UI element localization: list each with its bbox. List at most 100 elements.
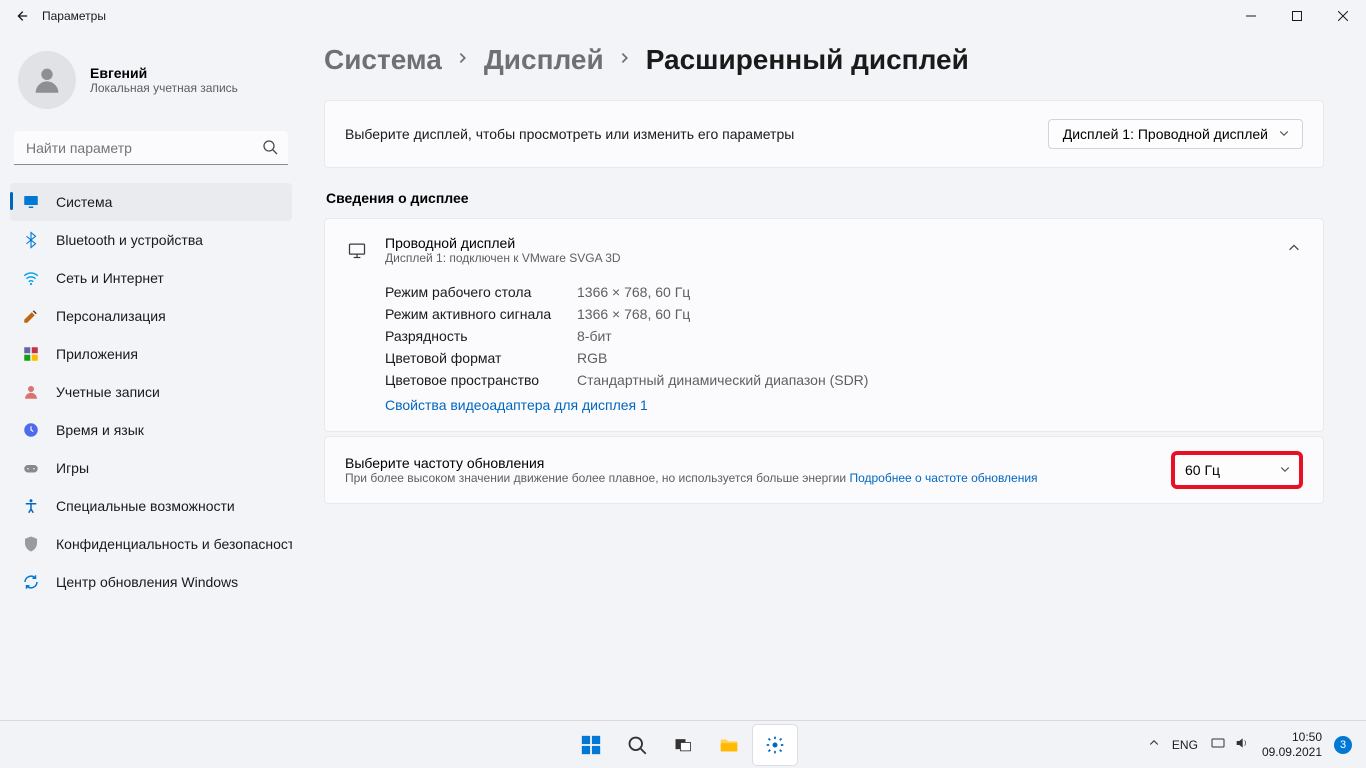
chevron-right-icon [618,51,632,70]
breadcrumb-system[interactable]: Система [324,44,442,76]
start-button[interactable] [569,725,613,765]
privacy-icon [22,535,40,553]
breadcrumb-display[interactable]: Дисплей [484,44,604,76]
sidebar-item-label: Приложения [56,346,138,362]
info-value: 1366 × 768, 60 Гц [577,306,690,322]
sidebar-item-label: Сеть и Интернет [56,270,164,286]
task-view-button[interactable] [661,725,705,765]
info-row: Цветовое пространствоСтандартный динамич… [385,369,1301,391]
info-key: Режим активного сигнала [385,306,577,322]
refresh-rate-selector-highlight: 60 Гц [1171,451,1303,489]
section-heading: Сведения о дисплее [326,190,1324,206]
info-row: Режим рабочего стола1366 × 768, 60 Гц [385,281,1301,303]
refresh-title: Выберите частоту обновления [345,455,1038,471]
date: 09.09.2021 [1262,745,1322,760]
search-box[interactable] [14,131,288,165]
language-indicator[interactable]: ENG [1172,738,1198,752]
back-button[interactable] [14,9,28,23]
gaming-icon [22,459,40,477]
window-title: Параметры [42,9,106,23]
accounts-icon [22,383,40,401]
sidebar-item-label: Игры [56,460,89,476]
sidebar-item-apps[interactable]: Приложения [10,335,292,373]
expander-title: Проводной дисплей [385,235,621,251]
personalization-icon [22,307,40,325]
display-selector-value: Дисплей 1: Проводной дисплей [1063,126,1268,142]
adapter-properties-link[interactable]: Свойства видеоадаптера для дисплея 1 [385,391,648,417]
info-value: 8-бит [577,328,612,344]
sidebar-item-label: Время и язык [56,422,144,438]
info-row: Разрядность8-бит [385,325,1301,347]
search-icon [262,139,278,160]
file-explorer-button[interactable] [707,725,751,765]
tray-chevron-icon[interactable] [1148,737,1160,752]
sidebar-item-label: Учетные записи [56,384,160,400]
avatar [18,51,76,109]
sidebar-item-accessibility[interactable]: Специальные возможности [10,487,292,525]
info-key: Режим рабочего стола [385,284,577,300]
sidebar-item-accounts[interactable]: Учетные записи [10,373,292,411]
refresh-more-link[interactable]: Подробнее о частоте обновления [849,471,1037,485]
update-icon [22,573,40,591]
taskbar-search-button[interactable] [615,725,659,765]
sidebar-item-privacy[interactable]: Конфиденциальность и безопасность [10,525,292,563]
sidebar-item-label: Конфиденциальность и безопасность [56,536,292,552]
chevron-up-icon [1287,241,1301,260]
sidebar-item-system[interactable]: Система [10,183,292,221]
sidebar-item-bluetooth[interactable]: Bluetooth и устройства [10,221,292,259]
display-selector[interactable]: Дисплей 1: Проводной дисплей [1048,119,1303,149]
breadcrumb: Система Дисплей Расширенный дисплей [324,44,1324,76]
apps-icon [22,345,40,363]
system-icon [22,193,40,211]
info-value: RGB [577,350,607,366]
info-value: Стандартный динамический диапазон (SDR) [577,372,868,388]
sidebar-item-personalization[interactable]: Персонализация [10,297,292,335]
sidebar-item-label: Bluetooth и устройства [56,232,203,248]
sidebar-item-update[interactable]: Центр обновления Windows [10,563,292,601]
sidebar-item-label: Специальные возможности [56,498,235,514]
info-value: 1366 × 768, 60 Гц [577,284,690,300]
time-icon [22,421,40,439]
settings-app-button[interactable] [753,725,797,765]
clock[interactable]: 10:50 09.09.2021 [1262,730,1322,760]
notification-badge[interactable]: 3 [1334,736,1352,754]
titlebar: Параметры [0,0,1366,32]
user-name: Евгений [90,65,238,81]
sidebar-item-time[interactable]: Время и язык [10,411,292,449]
user-sub: Локальная учетная запись [90,81,238,95]
refresh-rate-value: 60 Гц [1185,462,1220,478]
search-input[interactable] [14,131,288,165]
sidebar-item-label: Персонализация [56,308,166,324]
sidebar: Евгений Локальная учетная запись Система… [0,32,300,768]
sidebar-item-label: Центр обновления Windows [56,574,238,590]
expander-header[interactable]: Проводной дисплей Дисплей 1: подключен к… [325,219,1323,281]
close-button[interactable] [1320,0,1366,32]
volume-icon[interactable] [1234,735,1250,754]
main-content: Система Дисплей Расширенный дисплей Выбе… [300,32,1366,768]
display-info-expander: Проводной дисплей Дисплей 1: подключен к… [324,218,1324,432]
minimize-button[interactable] [1228,0,1274,32]
refresh-rate-selector[interactable]: 60 Гц [1175,462,1299,478]
monitor-icon [347,240,367,260]
user-profile[interactable]: Евгений Локальная учетная запись [10,47,292,127]
info-row: Режим активного сигнала1366 × 768, 60 Гц [385,303,1301,325]
taskbar: ENG 10:50 09.09.2021 3 [0,720,1366,768]
select-display-card: Выберите дисплей, чтобы просмотреть или … [324,100,1324,168]
info-row: Цветовой форматRGB [385,347,1301,369]
accessibility-icon [22,497,40,515]
time: 10:50 [1262,730,1322,745]
info-key: Разрядность [385,328,577,344]
page-title: Расширенный дисплей [646,44,969,76]
sidebar-item-label: Система [56,194,112,210]
sidebar-item-gaming[interactable]: Игры [10,449,292,487]
sidebar-item-network[interactable]: Сеть и Интернет [10,259,292,297]
bluetooth-icon [22,231,40,249]
refresh-rate-card: Выберите частоту обновления При более вы… [324,436,1324,504]
refresh-sub: При более высоком значении движение боле… [345,471,1038,485]
network-icon[interactable] [1210,735,1226,754]
info-key: Цветовое пространство [385,372,577,388]
maximize-button[interactable] [1274,0,1320,32]
chevron-down-icon [1279,462,1291,478]
info-key: Цветовой формат [385,350,577,366]
select-display-label: Выберите дисплей, чтобы просмотреть или … [345,126,794,142]
